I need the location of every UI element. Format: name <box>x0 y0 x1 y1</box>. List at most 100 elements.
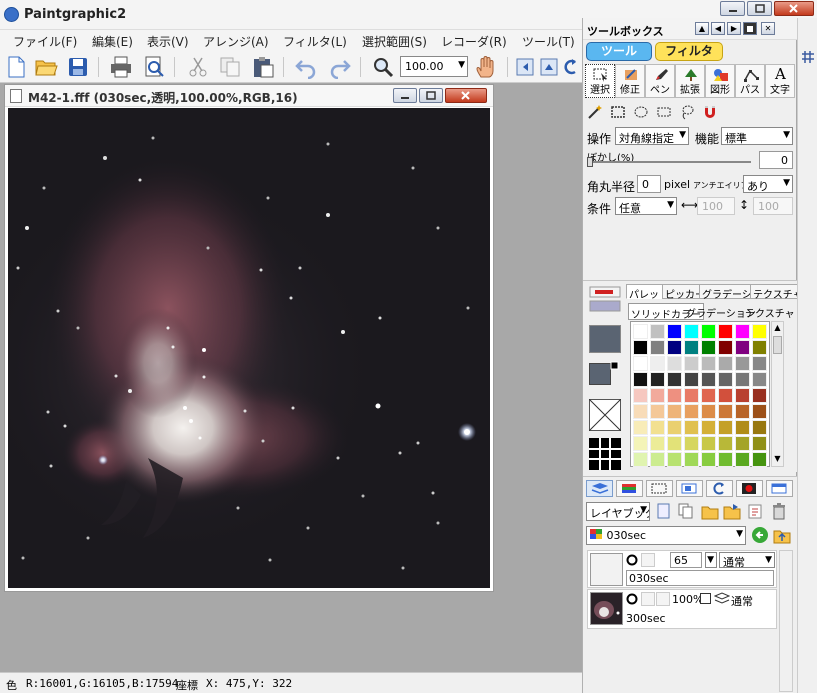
tab-recorder[interactable] <box>736 480 763 497</box>
print-icon[interactable] <box>109 55 133 79</box>
color-swatch[interactable] <box>718 436 733 451</box>
color-swatch[interactable] <box>633 372 648 387</box>
color-swatch[interactable] <box>701 404 716 419</box>
tool-text[interactable]: A 文字 <box>765 64 795 98</box>
layer-lock-toggle[interactable] <box>641 553 655 567</box>
color-swatch[interactable] <box>633 340 648 355</box>
color-swatch[interactable] <box>684 388 699 403</box>
layer-book-select[interactable]: 030sec ▼ <box>586 526 746 545</box>
maximize-button[interactable] <box>419 88 443 103</box>
layer-properties-icon[interactable] <box>747 502 763 520</box>
function-select[interactable]: 標準 ▼ <box>721 127 793 145</box>
save-icon[interactable] <box>66 55 90 79</box>
tab-filter[interactable]: フィルタ <box>655 42 723 61</box>
blur-input[interactable]: 0 <box>759 151 793 169</box>
layer-name-field[interactable]: 030sec <box>626 570 774 586</box>
toolbox-pin-button[interactable] <box>743 22 757 35</box>
color-swatch[interactable] <box>633 436 648 451</box>
menu-filter[interactable]: フィルタ(L) <box>283 33 347 50</box>
duplicate-layer-icon[interactable] <box>677 502 693 520</box>
color-swatch[interactable] <box>667 324 682 339</box>
color-swatch[interactable] <box>752 404 767 419</box>
color-swatch[interactable] <box>752 372 767 387</box>
open-folder-icon[interactable] <box>34 55 58 79</box>
ellipse-select-icon[interactable] <box>633 104 649 120</box>
toolbox-next-button[interactable]: ▶ <box>727 22 741 35</box>
tool-path[interactable]: パス <box>735 64 765 98</box>
color-swatch[interactable] <box>667 388 682 403</box>
tab-layers[interactable] <box>586 480 613 497</box>
color-swatch[interactable] <box>701 420 716 435</box>
move-up-icon[interactable] <box>540 55 558 79</box>
tool-shape[interactable]: 図形 <box>705 64 735 98</box>
color-swatch[interactable] <box>684 436 699 451</box>
color-swatch[interactable] <box>701 372 716 387</box>
color-swatch[interactable] <box>650 452 665 467</box>
menu-view[interactable]: 表示(V) <box>147 33 189 50</box>
zoom-icon[interactable] <box>371 55 395 79</box>
color-swatch[interactable] <box>633 404 648 419</box>
color-swatch[interactable] <box>684 340 699 355</box>
copy-icon[interactable] <box>218 55 242 79</box>
color-swatch[interactable] <box>718 324 733 339</box>
menu-file[interactable]: ファイル(F) <box>13 33 77 50</box>
print-preview-icon[interactable] <box>142 55 166 79</box>
color-swatch[interactable] <box>701 436 716 451</box>
color-swatch[interactable] <box>684 356 699 371</box>
color-swatch[interactable] <box>718 404 733 419</box>
minimize-button[interactable] <box>393 88 417 103</box>
layer-opacity-input[interactable]: 65 <box>670 552 702 568</box>
color-swatch[interactable] <box>667 452 682 467</box>
color-swatch[interactable] <box>718 372 733 387</box>
save-layer-icon[interactable] <box>723 502 741 520</box>
layer-link-toggle[interactable] <box>656 592 670 606</box>
color-swatch[interactable] <box>684 324 699 339</box>
rotate-icon[interactable] <box>563 55 579 79</box>
color-swatch[interactable] <box>752 452 767 467</box>
color-swatch[interactable] <box>684 420 699 435</box>
color-swatch[interactable] <box>735 436 750 451</box>
visibility-icon[interactable] <box>626 593 638 605</box>
color-swatch[interactable] <box>650 420 665 435</box>
blur-slider[interactable] <box>587 161 751 163</box>
menu-arrange[interactable]: アレンジ(A) <box>203 33 269 50</box>
trash-icon[interactable] <box>771 502 787 520</box>
color-swatch[interactable] <box>701 388 716 403</box>
cut-icon[interactable] <box>186 55 210 79</box>
toolbox-titlebar[interactable]: ツールボックス ▲ ◀ ▶ ✕ <box>583 18 797 40</box>
color-swatch[interactable] <box>633 356 648 371</box>
rect-select-icon[interactable] <box>610 104 626 120</box>
foreground-color-swatch[interactable] <box>589 325 621 353</box>
color-swatch[interactable] <box>650 436 665 451</box>
color-swatch[interactable] <box>735 452 750 467</box>
color-swatch[interactable] <box>701 324 716 339</box>
visibility-icon[interactable] <box>626 554 638 566</box>
color-swatch[interactable] <box>684 452 699 467</box>
menu-recorder[interactable]: レコーダ(R) <box>441 33 507 50</box>
color-swatch[interactable] <box>650 388 665 403</box>
subtab-texture[interactable]: テクスチャ <box>743 303 797 320</box>
color-swatch[interactable] <box>667 340 682 355</box>
color-swatch[interactable] <box>701 340 716 355</box>
color-swatch[interactable] <box>701 452 716 467</box>
color-swatch[interactable] <box>667 372 682 387</box>
antialias-select[interactable]: あり ▼ <box>743 175 793 193</box>
menu-tool[interactable]: ツール(T) <box>522 33 575 50</box>
layer-opacity-dropdown[interactable]: ▼ <box>705 552 717 568</box>
width-input[interactable]: 100 <box>697 197 735 215</box>
color-swatch[interactable] <box>752 388 767 403</box>
tab-channels[interactable] <box>616 480 643 497</box>
color-swatch[interactable] <box>718 388 733 403</box>
grid-pattern-icon[interactable] <box>589 438 621 470</box>
color-swatch[interactable] <box>718 356 733 371</box>
paste-icon[interactable] <box>251 55 275 79</box>
zoom-combobox[interactable]: 100.00 ▼ <box>400 56 468 77</box>
app-close-button[interactable] <box>774 1 814 16</box>
move-left-icon[interactable] <box>516 55 534 79</box>
layer-row[interactable]: 65 ▼ 通常 ▼ 030sec <box>587 550 777 588</box>
tool-retouch[interactable]: 修正 <box>615 64 645 98</box>
color-swatch[interactable] <box>735 356 750 371</box>
color-swatch[interactable] <box>735 340 750 355</box>
grid-icon[interactable] <box>801 50 815 64</box>
palette-scrollbar[interactable]: ▲ ▼ <box>771 321 784 467</box>
